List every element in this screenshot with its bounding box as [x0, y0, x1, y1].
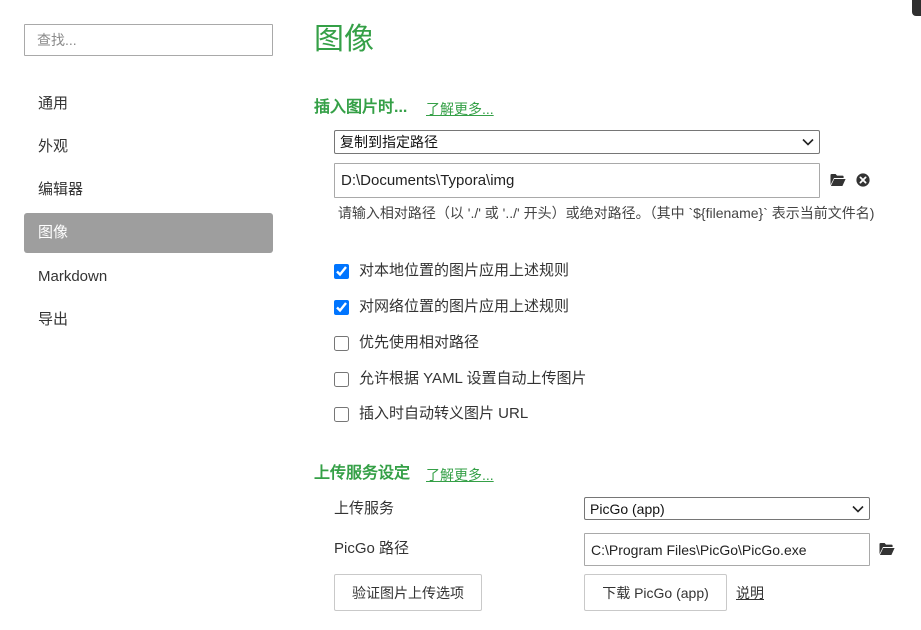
option-row: 优先使用相对路径: [334, 333, 479, 353]
option-row: 对本地位置的图片应用上述规则: [334, 261, 569, 281]
upload-service-learn-more-link[interactable]: 了解更多...: [426, 464, 494, 486]
folder-open-icon[interactable]: [879, 542, 895, 556]
upload-service-select[interactable]: PicGo (app): [584, 497, 870, 520]
sidebar-item-editor[interactable]: 编辑器: [24, 170, 273, 210]
search-input[interactable]: [24, 24, 273, 56]
close-circle-icon[interactable]: [856, 173, 870, 187]
upload-service-label: 上传服务: [334, 500, 395, 517]
escape-image-url-label: 插入时自动转义图片 URL: [359, 405, 529, 422]
prefer-relative-path-label: 优先使用相对路径: [359, 334, 480, 351]
verify-upload-button[interactable]: 验证图片上传选项: [334, 574, 482, 611]
escape-image-url-checkbox[interactable]: [334, 406, 349, 422]
yaml-auto-upload-label: 允许根据 YAML 设置自动上传图片: [359, 370, 587, 387]
option-row: 允许根据 YAML 设置自动上传图片: [334, 369, 587, 389]
picgo-path-label: PicGo 路径: [334, 540, 410, 557]
insert-image-learn-more-link[interactable]: 了解更多...: [426, 98, 494, 120]
option-row: 插入时自动转义图片 URL: [334, 404, 528, 424]
download-picgo-button[interactable]: 下载 PicGo (app): [584, 574, 727, 611]
apply-rules-online-checkbox[interactable]: [334, 299, 349, 315]
apply-rules-local-label: 对本地位置的图片应用上述规则: [359, 262, 570, 279]
apply-rules-local-checkbox[interactable]: [334, 263, 349, 279]
yaml-auto-upload-checkbox[interactable]: [334, 371, 349, 387]
prefer-relative-path-checkbox[interactable]: [334, 335, 349, 351]
picgo-path-input[interactable]: [584, 533, 870, 566]
page-title: 图像: [314, 23, 374, 56]
help-link[interactable]: 说明: [736, 583, 764, 603]
path-hint-text: 请输入相对路径（以 './' 或 '../' 开头）或绝对路径。（其中 `${f…: [334, 203, 906, 224]
upload-service-heading: 上传服务设定: [314, 465, 411, 482]
sidebar-item-general[interactable]: 通用: [24, 84, 273, 124]
sidebar-item-markdown[interactable]: Markdown: [24, 257, 273, 297]
sidebar-item-appearance[interactable]: 外观: [24, 127, 273, 167]
sidebar-item-image[interactable]: 图像: [24, 213, 273, 253]
folder-open-icon[interactable]: [830, 173, 846, 187]
sidebar-item-export[interactable]: 导出: [24, 300, 273, 340]
image-path-input[interactable]: [334, 163, 820, 198]
apply-rules-online-label: 对网络位置的图片应用上述规则: [359, 298, 570, 315]
insert-action-select[interactable]: 复制到指定路径: [334, 130, 820, 154]
window-edge-fragment: [912, 0, 921, 16]
insert-image-heading: 插入图片时...: [314, 99, 408, 116]
path-hint-content: 请输入相对路径（以 './' 或 '../' 开头）或绝对路径。（其中 `${f…: [337, 205, 875, 221]
option-row: 对网络位置的图片应用上述规则: [334, 297, 569, 317]
